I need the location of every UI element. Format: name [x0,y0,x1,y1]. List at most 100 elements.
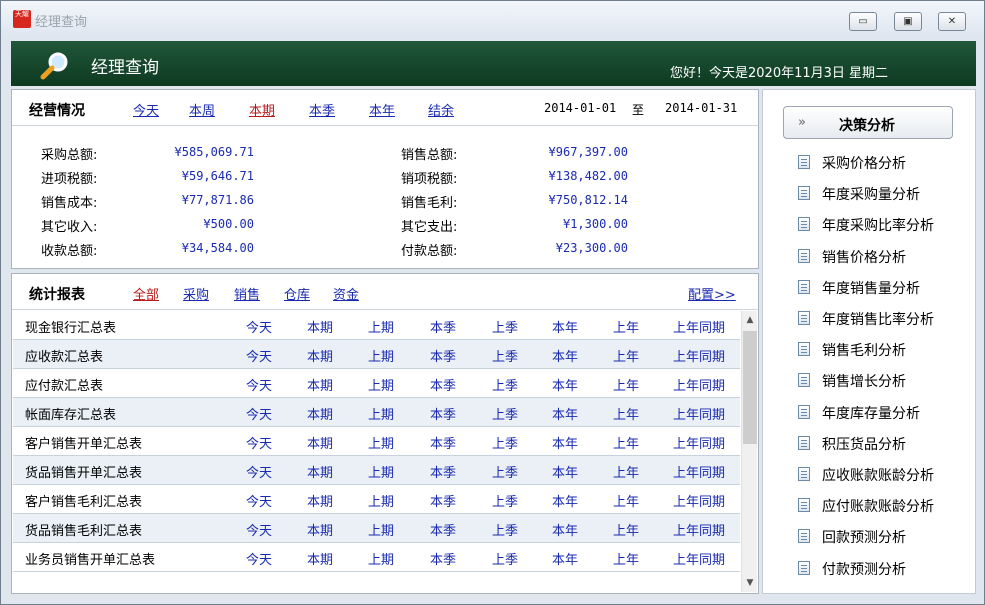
scroll-up-icon[interactable]: ▲ [742,315,758,325]
report-period-link[interactable]: 本期 [290,346,350,365]
report-period-link[interactable]: 今天 [229,346,289,365]
report-period-link[interactable]: 上年 [596,549,656,568]
report-period-link[interactable]: 上季 [475,317,535,336]
report-period-link[interactable]: 本期 [290,520,350,539]
report-period-link[interactable]: 本期 [290,317,350,336]
filter-funds-link[interactable]: 资金 [333,284,359,303]
report-period-link[interactable]: 本期 [290,549,350,568]
report-name[interactable]: 货品销售开单汇总表 [25,462,142,481]
report-name[interactable]: 帐面库存汇总表 [25,404,116,423]
report-period-link[interactable]: 上年 [596,404,656,423]
report-period-link[interactable]: 本年 [535,549,595,568]
analysis-item[interactable]: 年度销售量分析 [822,278,920,298]
report-period-link[interactable]: 本年 [535,375,595,394]
report-period-link[interactable]: 本年 [535,317,595,336]
analysis-item[interactable]: 销售毛利分析 [822,340,906,360]
report-period-link[interactable]: 今天 [229,491,289,510]
report-name[interactable]: 应收款汇总表 [25,346,103,365]
scroll-thumb[interactable] [743,331,757,444]
report-period-link[interactable]: 本期 [290,491,350,510]
report-period-link[interactable]: 上年同期 [669,462,729,481]
report-period-link[interactable]: 上年同期 [669,549,729,568]
report-period-link[interactable]: 上年同期 [669,346,729,365]
filter-warehouse-link[interactable]: 仓库 [284,284,310,303]
report-period-link[interactable]: 本期 [290,462,350,481]
report-period-link[interactable]: 上年同期 [669,404,729,423]
analysis-item[interactable]: 销售价格分析 [822,247,906,267]
report-period-link[interactable]: 上年 [596,520,656,539]
report-period-link[interactable]: 本季 [413,346,473,365]
report-period-link[interactable]: 本季 [413,520,473,539]
report-period-link[interactable]: 本年 [535,520,595,539]
report-period-link[interactable]: 上期 [351,317,411,336]
minimize-button[interactable]: ▭ [849,12,877,31]
report-period-link[interactable]: 上年 [596,491,656,510]
reports-scrollbar[interactable]: ▲ ▼ [741,311,757,592]
report-period-link[interactable]: 上期 [351,375,411,394]
report-period-link[interactable]: 上期 [351,491,411,510]
analysis-item[interactable]: 销售增长分析 [822,371,906,391]
filter-sales-link[interactable]: 销售 [234,284,260,303]
decision-analysis-button[interactable]: » 决策分析 [783,106,953,139]
report-name[interactable]: 货品销售毛利汇总表 [25,520,142,539]
report-period-link[interactable]: 上季 [475,520,535,539]
period-quarter-link[interactable]: 本季 [309,100,335,119]
analysis-item[interactable]: 年度采购量分析 [822,184,920,204]
report-period-link[interactable]: 今天 [229,433,289,452]
report-period-link[interactable]: 上期 [351,433,411,452]
filter-purchase-link[interactable]: 采购 [183,284,209,303]
report-period-link[interactable]: 上年同期 [669,317,729,336]
report-name[interactable]: 业务员销售开单汇总表 [25,549,155,568]
report-period-link[interactable]: 本年 [535,346,595,365]
report-period-link[interactable]: 上年 [596,346,656,365]
close-button[interactable]: ✕ [938,12,966,31]
report-period-link[interactable]: 本季 [413,375,473,394]
report-period-link[interactable]: 本年 [535,462,595,481]
analysis-item[interactable]: 积压货品分析 [822,434,906,454]
filter-all-link[interactable]: 全部 [133,284,159,303]
report-name[interactable]: 现金银行汇总表 [25,317,116,336]
analysis-item[interactable]: 回款预测分析 [822,527,906,547]
report-period-link[interactable]: 上季 [475,375,535,394]
report-period-link[interactable]: 上年 [596,462,656,481]
report-period-link[interactable]: 本季 [413,404,473,423]
report-period-link[interactable]: 本季 [413,491,473,510]
period-balance-link[interactable]: 结余 [428,100,454,119]
report-period-link[interactable]: 上季 [475,433,535,452]
report-period-link[interactable]: 本期 [290,375,350,394]
date-from[interactable]: 2014-01-01 [544,101,616,115]
analysis-item[interactable]: 年度采购比率分析 [822,215,934,235]
config-link[interactable]: 配置>> [688,284,736,303]
analysis-item[interactable]: 年度销售比率分析 [822,309,934,329]
analysis-item[interactable]: 应付账款账龄分析 [822,496,934,516]
report-name[interactable]: 客户销售毛利汇总表 [25,491,142,510]
report-period-link[interactable]: 上季 [475,462,535,481]
report-period-link[interactable]: 本年 [535,433,595,452]
analysis-item[interactable]: 应收账款账龄分析 [822,465,934,485]
report-period-link[interactable]: 上年同期 [669,520,729,539]
report-period-link[interactable]: 本期 [290,433,350,452]
report-period-link[interactable]: 本季 [413,433,473,452]
report-period-link[interactable]: 本年 [535,404,595,423]
report-period-link[interactable]: 上期 [351,520,411,539]
analysis-item[interactable]: 采购价格分析 [822,153,906,173]
report-period-link[interactable]: 上季 [475,404,535,423]
period-today-link[interactable]: 今天 [133,100,159,119]
scroll-down-icon[interactable]: ▼ [742,578,758,588]
period-current-link[interactable]: 本期 [249,100,275,119]
report-period-link[interactable]: 今天 [229,520,289,539]
report-period-link[interactable]: 上年同期 [669,433,729,452]
report-period-link[interactable]: 今天 [229,375,289,394]
report-period-link[interactable]: 本季 [413,549,473,568]
report-period-link[interactable]: 本年 [535,491,595,510]
period-year-link[interactable]: 本年 [369,100,395,119]
report-period-link[interactable]: 今天 [229,317,289,336]
analysis-item[interactable]: 年度库存量分析 [822,403,920,423]
report-period-link[interactable]: 上年 [596,317,656,336]
period-week-link[interactable]: 本周 [189,100,215,119]
report-period-link[interactable]: 上季 [475,346,535,365]
report-period-link[interactable]: 今天 [229,549,289,568]
maximize-button[interactable]: ▣ [894,12,922,31]
report-period-link[interactable]: 今天 [229,404,289,423]
report-name[interactable]: 客户销售开单汇总表 [25,433,142,452]
